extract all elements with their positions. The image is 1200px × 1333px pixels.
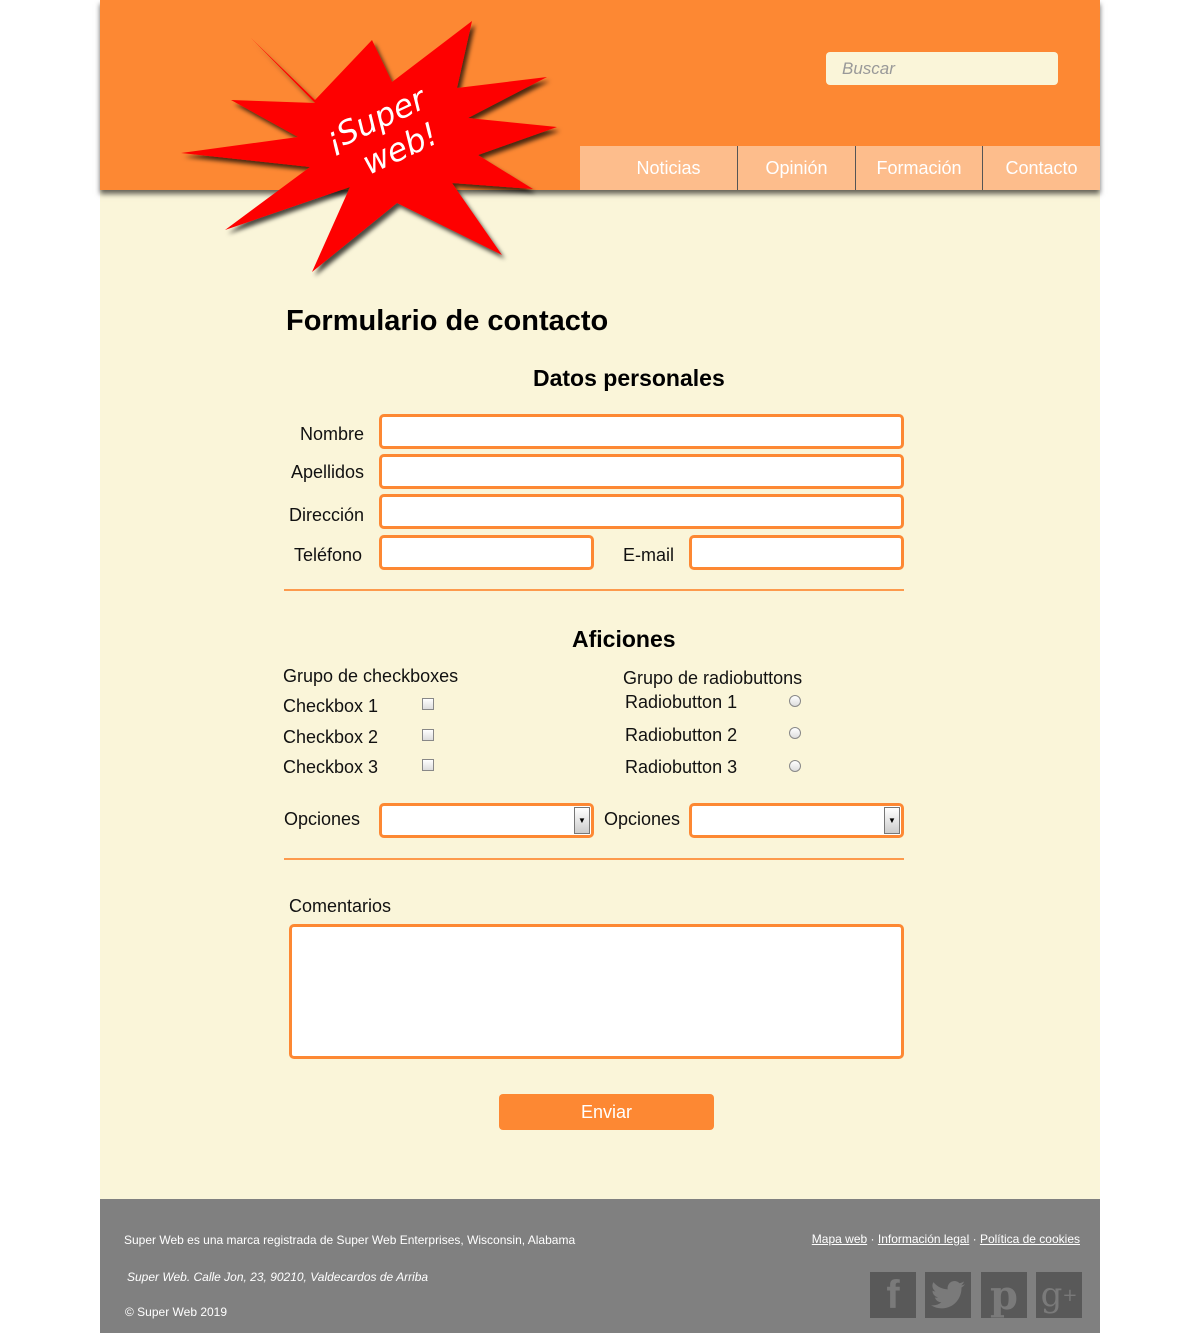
search-input[interactable] xyxy=(826,52,1058,85)
radio-1-label: Radiobutton 1 xyxy=(625,692,738,712)
chevron-down-icon: ▼ xyxy=(574,807,590,834)
radio-3-label: Radiobutton 3 xyxy=(625,757,738,777)
options-1-select[interactable]: ▼ xyxy=(379,803,594,838)
nav-contacto[interactable]: Contacto xyxy=(982,146,1100,190)
separator: · xyxy=(870,1232,875,1246)
chevron-down-icon: ▼ xyxy=(884,807,900,834)
apellidos-input[interactable] xyxy=(379,454,904,489)
page-title: Formulario de contacto xyxy=(286,305,609,337)
radio-3[interactable] xyxy=(789,760,801,772)
pinterest-icon[interactable]: p xyxy=(981,1272,1027,1319)
separator: · xyxy=(972,1232,977,1246)
divider xyxy=(284,858,904,860)
search-box xyxy=(826,52,1058,85)
facebook-icon[interactable]: f xyxy=(870,1272,916,1318)
checkbox-3[interactable] xyxy=(422,759,434,771)
main-nav: Noticias Opinión Formación Contacto xyxy=(580,146,1100,190)
link-informacion-legal[interactable]: Información legal xyxy=(878,1232,969,1246)
link-politica-cookies[interactable]: Política de cookies xyxy=(980,1232,1080,1246)
radio-2[interactable] xyxy=(789,727,801,739)
options-2-select[interactable]: ▼ xyxy=(689,803,904,838)
checkbox-3-label: Checkbox 3 xyxy=(283,757,379,777)
section-heading-hobbies: Aficiones xyxy=(572,626,676,652)
checkbox-1[interactable] xyxy=(422,698,434,710)
nombre-input[interactable] xyxy=(379,414,904,449)
google-plus-icon[interactable]: g + xyxy=(1036,1272,1082,1318)
checkbox-group-label: Grupo de checkboxes xyxy=(283,666,459,686)
link-mapa-web[interactable]: Mapa web xyxy=(812,1232,867,1246)
direccion-label: Dirección xyxy=(289,505,365,525)
comments-textarea[interactable] xyxy=(289,924,904,1059)
nombre-label: Nombre xyxy=(300,424,365,444)
nav-opinion[interactable]: Opinión xyxy=(737,146,855,190)
nav-formacion[interactable]: Formación xyxy=(855,146,982,190)
nav-noticias[interactable]: Noticias xyxy=(600,146,737,190)
submit-button[interactable]: Enviar xyxy=(499,1094,714,1130)
comments-label: Comentarios xyxy=(289,896,392,916)
telefono-label: Teléfono xyxy=(294,545,363,565)
radio-2-label: Radiobutton 2 xyxy=(625,725,738,745)
twitter-icon[interactable] xyxy=(925,1272,971,1318)
checkbox-1-label: Checkbox 1 xyxy=(283,696,379,716)
section-heading-personal: Datos personales xyxy=(533,365,725,391)
footer-trademark: Super Web es una marca registrada de Sup… xyxy=(124,1233,576,1247)
header: Noticias Opinión Formación Contacto xyxy=(100,0,1100,190)
direccion-input[interactable] xyxy=(379,494,904,529)
radio-group-label: Grupo de radiobuttons xyxy=(623,668,803,688)
email-input[interactable] xyxy=(689,535,904,570)
options-2-label: Opciones xyxy=(604,809,681,829)
page-background xyxy=(100,0,1100,1333)
telefono-input[interactable] xyxy=(379,535,594,570)
divider xyxy=(284,589,904,591)
footer-copyright: © Super Web 2019 xyxy=(125,1305,228,1319)
apellidos-label: Apellidos xyxy=(291,462,365,482)
footer-address: Super Web. Calle Jon, 23, 90210, Valdeca… xyxy=(127,1270,429,1284)
options-1-label: Opciones xyxy=(284,809,361,829)
radio-1[interactable] xyxy=(789,695,801,707)
footer-links: Mapa web · Información legal · Política … xyxy=(812,1232,1080,1246)
email-label: E-mail xyxy=(623,545,675,565)
checkbox-2-label: Checkbox 2 xyxy=(283,727,379,747)
checkbox-2[interactable] xyxy=(422,729,434,741)
